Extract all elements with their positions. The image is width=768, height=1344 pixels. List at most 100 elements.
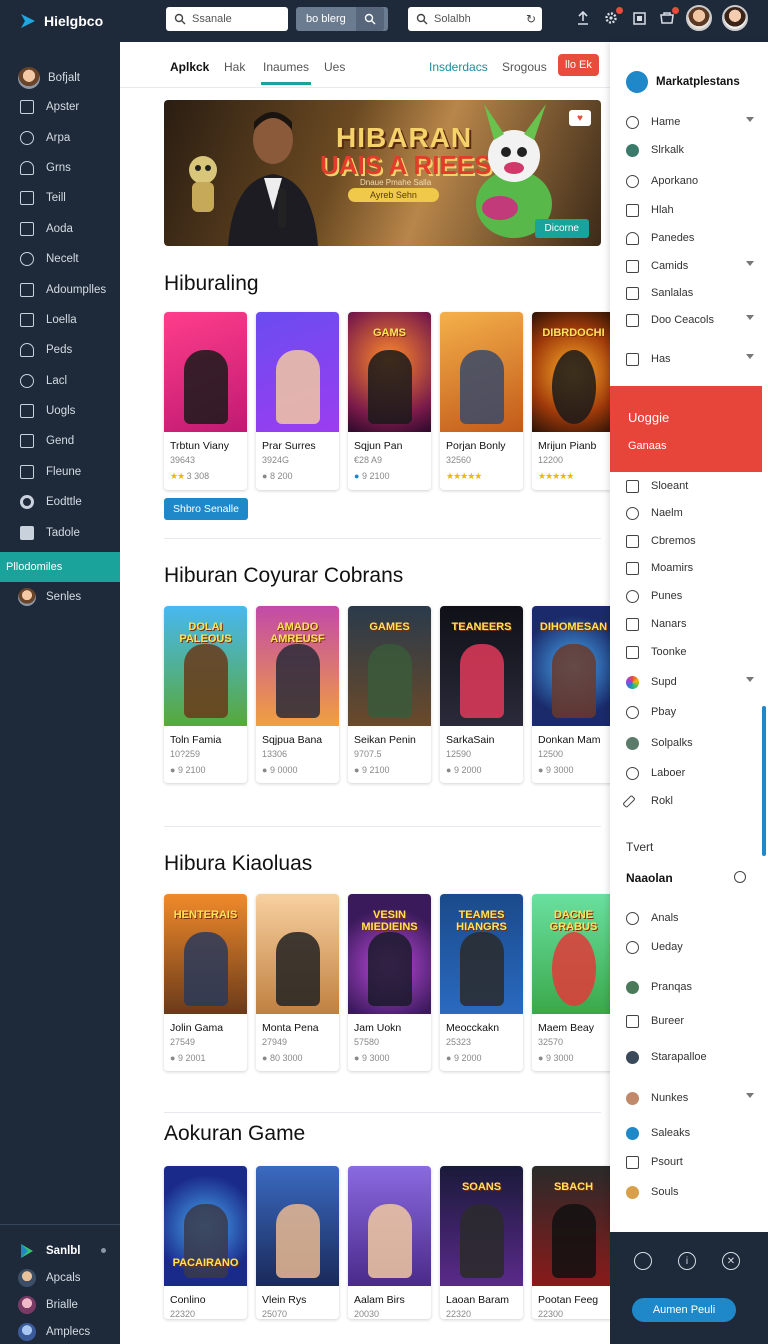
tab[interactable]: Srogous (502, 60, 547, 74)
sidebar-item[interactable]: Arpa (0, 122, 120, 152)
game-card[interactable]: VESIN MIEDIEINS Jam Uokn 57580 ● 9 3000 (348, 894, 431, 1071)
sidebar-bottom-item[interactable]: Apcals (0, 1264, 120, 1291)
tab[interactable]: Insderdacs (429, 60, 488, 74)
game-card[interactable]: GAMS Sqjun Pan €28 A9 ● 9 2100 (348, 312, 431, 490)
sidebar-item[interactable]: Senles (0, 582, 120, 612)
game-card[interactable]: TEAMES HIANGRS Meocckakn 25323 ● 9 2000 (440, 894, 523, 1071)
panel-item[interactable]: Bureer (626, 1011, 754, 1031)
banner-pill[interactable]: Ayreb Sehn (348, 188, 439, 202)
panel-item[interactable]: Doo Ceacols (626, 310, 754, 330)
panel-item[interactable]: Aporkano (626, 171, 754, 191)
sidebar-bottom-item[interactable]: Amplecs (0, 1318, 120, 1344)
game-card[interactable]: DIBRDOCHI Mrijun Pianb 12200 ★★★★★ (532, 312, 610, 490)
promo-block[interactable]: Uoggie Ganaas (610, 386, 762, 472)
sidebar-bottom-item[interactable]: Brialle (0, 1291, 120, 1318)
sidebar-item[interactable]: Necelt (0, 244, 120, 274)
game-card[interactable]: Porjan Bonly 32560 ★★★★★ (440, 312, 523, 490)
panel-item[interactable]: Sanlalas (626, 283, 754, 303)
sidebar-item[interactable]: Peds (0, 335, 120, 365)
panel-item[interactable]: Nunkes (626, 1088, 754, 1108)
secondary-search-input[interactable]: Solalbh ↻ (408, 7, 542, 31)
game-card[interactable]: TEANEERS SarkaSain 12590 ● 9 2000 (440, 606, 523, 783)
sidebar-item[interactable]: Uogls (0, 396, 120, 426)
banner-cta-button[interactable]: Dicorne (534, 219, 589, 238)
panel-item[interactable]: Rokl (622, 791, 754, 811)
panel-item[interactable]: Sloeant (626, 476, 754, 496)
panel-item[interactable]: Pranqas (626, 977, 754, 997)
game-card[interactable]: PACAIRANO Conlino 22320 (164, 1166, 247, 1319)
game-card[interactable]: GAMES Seikan Penin 9707.5 ● 9 2100 (348, 606, 431, 783)
game-card[interactable]: SBACH Pootan Feeg 22300 (532, 1166, 610, 1319)
sidebar-item[interactable]: Aoda (0, 214, 120, 244)
panel-item[interactable]: Naelm (626, 503, 754, 523)
panel-item[interactable]: Panedes (626, 228, 754, 248)
game-card[interactable]: DIHOMESAN Donkan Mam 12500 ● 9 3000 (532, 606, 610, 783)
sidebar-item[interactable]: Eodttle (0, 487, 120, 517)
sidebar-item[interactable]: Tadole (0, 517, 120, 547)
panel-item[interactable]: Has (626, 349, 754, 369)
panel-item[interactable]: Hlah (626, 200, 754, 220)
game-card[interactable]: AMADO AMREUSF Sqjpua Bana 13306 ● 9 0000 (256, 606, 339, 783)
panel-item[interactable]: Camids (626, 256, 754, 276)
sidebar-item[interactable]: Gend (0, 426, 120, 456)
panel-item[interactable]: Ueday (626, 937, 754, 957)
sidebar-bottom-item[interactable]: Sanlbl (0, 1237, 120, 1264)
game-card[interactable]: Aalam Birs 20030 (348, 1166, 431, 1319)
close-icon[interactable]: ✕ (722, 1252, 740, 1270)
sidebar-item[interactable]: Apster (0, 92, 120, 122)
panel-item[interactable]: Nanars (626, 614, 754, 634)
info-icon[interactable] (734, 871, 746, 883)
panel-item[interactable]: Souls (626, 1182, 754, 1202)
game-card[interactable]: Prar Surres 3924G ● 8 200 (256, 312, 339, 490)
panel-item[interactable]: Slrkalk (626, 140, 754, 160)
tab-action-button[interactable]: llo Ek (558, 54, 599, 76)
tag-button[interactable]: bo blerg (296, 7, 388, 31)
panel-item[interactable]: Cbremos (626, 531, 754, 551)
share-button[interactable]: Shbro Senalle (164, 498, 248, 520)
panel-item[interactable]: Saleaks (626, 1123, 754, 1143)
sidebar-item[interactable]: Teill (0, 183, 120, 213)
tab[interactable]: Ues (324, 60, 345, 74)
tab[interactable]: Aplkck (170, 60, 209, 74)
sidebar-item[interactable]: Lacl (0, 366, 120, 396)
upload-icon[interactable] (574, 9, 592, 27)
game-card[interactable]: DACNE GRABUS Maem Beay 32570 ● 9 3000 (532, 894, 610, 1071)
tab-selected[interactable]: Inaumes (260, 60, 312, 85)
brand[interactable]: Hielgbco (0, 11, 120, 31)
sidebar-item[interactable]: Adoumplles (0, 274, 120, 304)
panel-item[interactable]: Hame (626, 112, 754, 132)
game-card[interactable]: Monta Pena 27949 ● 80 3000 (256, 894, 339, 1071)
refresh-icon[interactable]: ↻ (526, 12, 536, 26)
game-card[interactable]: Trbtun Viany 39643 ★★ 3 308 (164, 312, 247, 490)
cart-icon[interactable] (658, 7, 679, 27)
scrollbar-thumb[interactable] (762, 706, 766, 856)
footer-action-button[interactable]: Aumen Peuli (632, 1298, 736, 1322)
panel-item[interactable]: Supd (626, 672, 754, 692)
game-card[interactable]: DOLAI PALEOUS Toln Famia 10?259 ● 9 2100 (164, 606, 247, 783)
game-card[interactable]: SOANS Laoan Baram 22320 (440, 1166, 523, 1319)
panel-item[interactable]: Toonke (626, 642, 754, 662)
sidebar-item[interactable]: Grns (0, 153, 120, 183)
search-input[interactable]: Ssanale (166, 7, 288, 31)
sidebar-user[interactable]: Bofjalt (0, 42, 120, 92)
search-icon[interactable] (634, 1252, 652, 1270)
tab[interactable]: Hak (224, 60, 245, 74)
panel-item[interactable]: Punes (626, 586, 754, 606)
sidebar-item[interactable]: Fleune (0, 457, 120, 487)
panel-item[interactable]: Starapalloe (626, 1047, 754, 1067)
game-card[interactable]: HENTERAIS Jolin Gama 27549 ● 9 2001 (164, 894, 247, 1071)
panel-item[interactable]: Psourt (626, 1152, 754, 1172)
panel-item[interactable]: Solpalks (626, 733, 754, 753)
game-card[interactable]: Vlein Rys 25070 (256, 1166, 339, 1319)
panel-item[interactable]: Pbay (626, 702, 754, 722)
sidebar-item-active[interactable]: Pllodomiles (0, 551, 126, 583)
panel-item[interactable]: Laboer (626, 763, 754, 783)
favorite-icon[interactable]: ♥ (569, 110, 591, 126)
avatar[interactable] (686, 5, 712, 31)
gear-icon[interactable] (602, 7, 623, 27)
panel-item[interactable]: Moamirs (626, 558, 754, 578)
info-icon[interactable]: i (678, 1252, 696, 1270)
panel-item[interactable]: Anals (626, 908, 754, 928)
window-icon[interactable] (630, 9, 648, 27)
hero-banner[interactable]: HIBARAN UAIS A RIEES Dnaue Pmahe Salla A… (164, 100, 601, 246)
